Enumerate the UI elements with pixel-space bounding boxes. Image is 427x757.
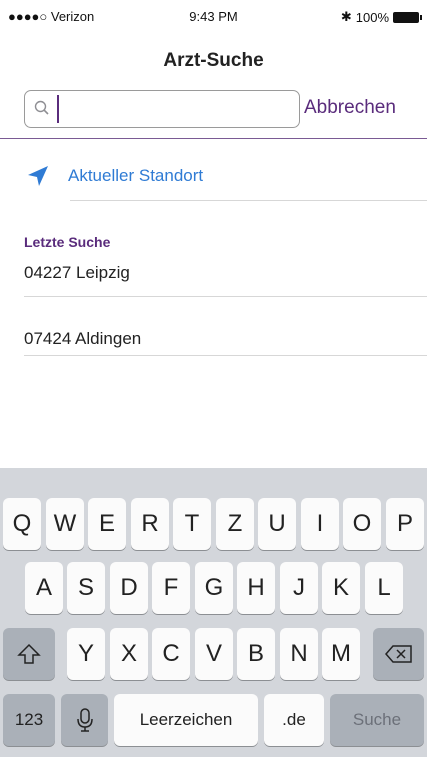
key-b[interactable]: B (237, 628, 275, 680)
key-g[interactable]: G (195, 562, 233, 614)
key-r[interactable]: R (131, 498, 169, 550)
domain-key[interactable]: .de (264, 694, 324, 746)
recent-search-item[interactable]: 04227 Leipzig (24, 263, 130, 283)
battery-percent: 100% (355, 9, 389, 25)
search-input[interactable] (57, 95, 295, 123)
key-m[interactable]: M (322, 628, 360, 680)
key-h[interactable]: H (237, 562, 275, 614)
shift-icon (17, 643, 41, 664)
key-t[interactable]: T (173, 498, 211, 550)
key-v[interactable]: V (195, 628, 233, 680)
space-key[interactable]: Leerzeichen (114, 694, 258, 746)
microphone-icon (76, 708, 93, 732)
recent-divider (24, 355, 427, 356)
key-y[interactable]: Y (67, 628, 105, 680)
location-arrow-icon (28, 166, 48, 186)
key-x[interactable]: X (110, 628, 148, 680)
key-d[interactable]: D (110, 562, 148, 614)
key-s[interactable]: S (67, 562, 105, 614)
status-bar: ●●●●○ Verizon 9:43 PM ✱ 100% (0, 0, 427, 28)
status-right: ✱ 100% (340, 9, 422, 25)
location-divider (70, 200, 427, 201)
key-k[interactable]: K (322, 562, 360, 614)
numbers-key[interactable]: 123 (3, 694, 55, 746)
key-z[interactable]: Z (216, 498, 254, 550)
bluetooth-icon: ✱ (340, 9, 352, 24)
backspace-icon (384, 645, 412, 663)
key-u[interactable]: U (258, 498, 296, 550)
key-a[interactable]: A (25, 562, 63, 614)
page-title: Arzt-Suche (163, 50, 264, 71)
key-e[interactable]: E (88, 498, 126, 550)
keyboard: Q W E R T Z U I O P A S D F G H J K L Y … (0, 468, 427, 757)
header-divider (0, 138, 427, 139)
recent-divider (24, 296, 427, 297)
search-return-key[interactable]: Suche (330, 694, 424, 746)
search-field[interactable] (24, 90, 300, 128)
key-w[interactable]: W (46, 498, 84, 550)
backspace-key[interactable] (373, 628, 424, 680)
key-p[interactable]: P (386, 498, 424, 550)
key-q[interactable]: Q (3, 498, 41, 550)
search-icon (34, 100, 49, 115)
key-o[interactable]: O (343, 498, 381, 550)
current-location-label: Aktueller Standort (68, 166, 204, 185)
battery-icon (393, 11, 422, 23)
key-f[interactable]: F (152, 562, 190, 614)
cancel-button[interactable]: Abbrechen (304, 97, 396, 119)
key-j[interactable]: J (280, 562, 318, 614)
key-i[interactable]: I (301, 498, 339, 550)
dictation-key[interactable] (61, 694, 108, 746)
key-l[interactable]: L (365, 562, 403, 614)
key-n[interactable]: N (280, 628, 318, 680)
key-c[interactable]: C (152, 628, 190, 680)
recent-search-item[interactable]: 07424 Aldingen (24, 329, 141, 349)
current-location-item[interactable]: Aktueller Standort (26, 164, 203, 188)
recent-searches-header: Letzte Suche (24, 234, 111, 250)
shift-key[interactable] (3, 628, 55, 680)
